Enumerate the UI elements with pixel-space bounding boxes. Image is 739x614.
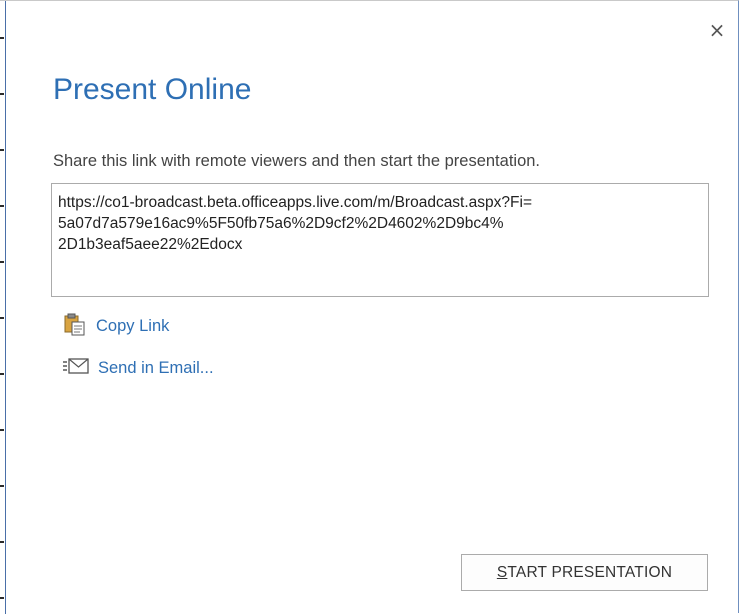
- share-instruction: Share this link with remote viewers and …: [53, 152, 540, 170]
- link-text-line: 5a07d7a579e16ac9%5F50fb75a6%2D9cf2%2D460…: [58, 215, 504, 232]
- start-presentation-mnemonic: S: [496, 564, 508, 581]
- edge-tick: [0, 373, 4, 375]
- broadcast-link-field[interactable]: https://co1-broadcast.beta.officeapps.li…: [51, 183, 709, 297]
- edge-tick: [0, 149, 4, 151]
- send-in-email-label: Send in Email...: [98, 359, 214, 377]
- start-presentation-label: TART PRESENTATION: [507, 564, 673, 581]
- copy-link-button[interactable]: Copy Link: [63, 312, 169, 341]
- send-in-email-button[interactable]: Send in Email...: [63, 357, 214, 380]
- start-presentation-button[interactable]: START PRESENTATION: [461, 554, 708, 591]
- edge-tick: [0, 429, 4, 431]
- copy-link-label: Copy Link: [96, 317, 170, 335]
- edge-tick: [0, 93, 4, 95]
- close-icon: ×: [708, 18, 726, 42]
- edge-tick: [0, 37, 4, 39]
- link-text-line: https://co1-broadcast.beta.officeapps.li…: [58, 194, 532, 211]
- edge-tick: [0, 317, 4, 319]
- edge-tick: [0, 261, 4, 263]
- edge-tick: [0, 485, 4, 487]
- dialog-title: Present Online: [53, 73, 252, 106]
- window-left-edge: [0, 1, 6, 614]
- close-button[interactable]: ×: [706, 19, 728, 41]
- edge-tick: [0, 205, 4, 207]
- clipboard-icon: [63, 312, 87, 341]
- email-icon: [63, 357, 89, 380]
- edge-tick: [0, 541, 4, 543]
- edge-tick: [0, 597, 4, 599]
- link-text-line: 2D1b3eaf5aee22%2Edocx: [58, 236, 243, 253]
- present-online-dialog: × Present Online Share this link with re…: [0, 0, 739, 614]
